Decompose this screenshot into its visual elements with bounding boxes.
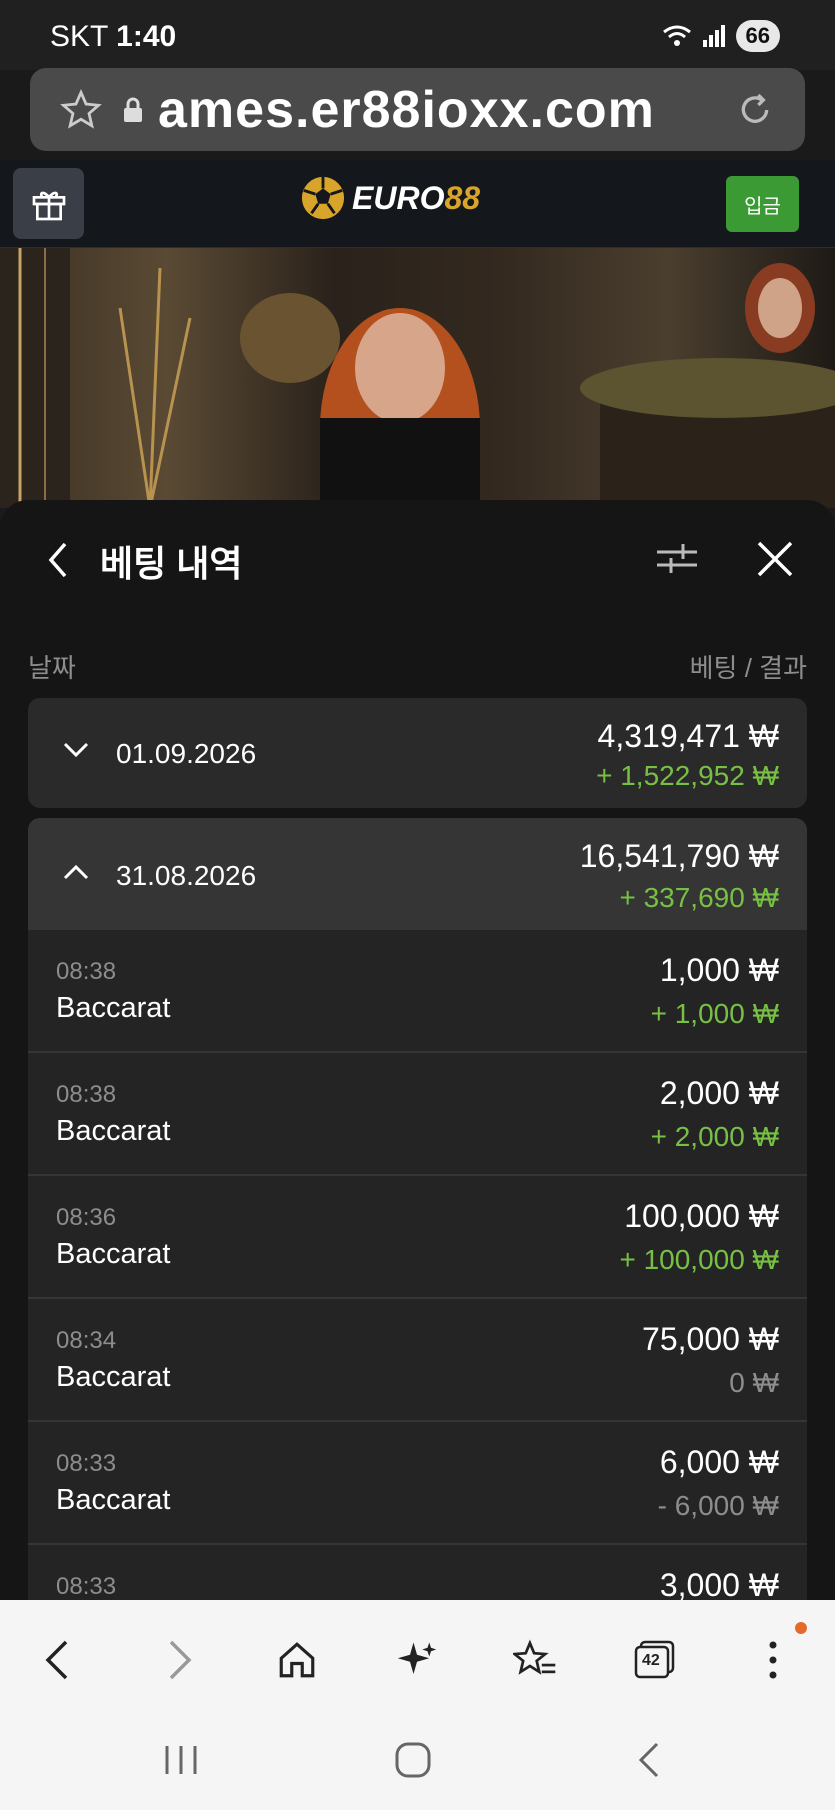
back-button[interactable]: [22, 1625, 92, 1695]
bet-game: Baccarat: [56, 992, 171, 1024]
battery-indicator: 66: [735, 20, 780, 52]
system-home-button[interactable]: [378, 1730, 448, 1790]
bet-time: 08:38: [56, 1081, 117, 1108]
address-bar[interactable]: ames.er88ioxx.com: [30, 68, 805, 151]
url-text[interactable]: ames.er88ioxx.com: [158, 80, 655, 140]
site-header: EURO88 입금: [0, 160, 835, 248]
day-date: 31.08.2026: [116, 860, 257, 891]
bet-amount: 6,000 ₩: [659, 1444, 779, 1480]
bookmarks-button[interactable]: [500, 1625, 570, 1695]
bet-amount: 2,000 ₩: [659, 1075, 779, 1111]
chevron-down-icon: [63, 742, 89, 758]
bet-list: 08:38 Baccarat 1,000 ₩ + 1,000 ₩ 08:38 B…: [28, 930, 807, 1605]
bookmark-star-icon: [513, 1639, 556, 1675]
live-casino-banner: [0, 248, 835, 508]
bet-result: + 100,000 ₩: [619, 1244, 779, 1275]
gift-button[interactable]: [13, 168, 84, 239]
back-arrow-icon: [45, 1640, 68, 1680]
bet-time: 08:34: [56, 1327, 117, 1354]
system-back-button[interactable]: [613, 1730, 683, 1790]
bet-item[interactable]: 08:33 3,000 ₩: [28, 1545, 807, 1605]
notification-dot: [795, 1622, 807, 1634]
bet-item[interactable]: 08:38 Baccarat 1,000 ₩ + 1,000 ₩: [28, 930, 807, 1053]
day-row[interactable]: 31.08.2026 16,541,790 ₩ + 337,690 ₩: [28, 818, 807, 932]
bet-time: 08:36: [56, 1204, 117, 1231]
bet-time: 08:38: [56, 958, 117, 985]
recent-apps-icon: [165, 1746, 197, 1774]
lock-icon: [124, 97, 142, 122]
signal-icon: [702, 25, 725, 47]
bet-time: 08:33: [56, 1450, 117, 1477]
reload-icon[interactable]: [735, 90, 775, 130]
system-back-icon: [638, 1742, 659, 1778]
day-result-total: + 1,522,952 ₩: [596, 760, 779, 791]
deposit-button[interactable]: 입금: [726, 176, 799, 232]
bet-amount: 3,000 ₩: [659, 1567, 779, 1603]
bet-game: Baccarat: [56, 1484, 171, 1516]
clock: 1:40: [116, 20, 177, 53]
bet-item[interactable]: 08:36 Baccarat 100,000 ₩ + 100,000 ₩: [28, 1176, 807, 1299]
banner-image: [0, 248, 835, 508]
panel-title: 베팅 내역: [100, 543, 243, 584]
day-result-total: + 337,690 ₩: [619, 882, 779, 913]
bet-result-column-label: 베팅 / 결과: [689, 653, 807, 683]
home-icon: [279, 1642, 315, 1678]
home-button[interactable]: [262, 1625, 332, 1695]
day-date: 01.09.2026: [116, 738, 257, 769]
soccer-ball-icon: [301, 176, 345, 220]
filter-icon[interactable]: [655, 538, 699, 578]
day-bet-total: 4,319,471 ₩: [597, 718, 779, 754]
tabs-count: 42: [642, 1652, 660, 1669]
ai-assist-button[interactable]: [382, 1625, 452, 1695]
carrier-label: SKT: [50, 20, 108, 53]
close-icon[interactable]: [756, 540, 794, 578]
bet-result: + 1,000 ₩: [650, 998, 779, 1029]
recent-apps-button[interactable]: [146, 1730, 216, 1790]
logo-main: EURO: [352, 179, 445, 216]
column-header: 날짜 베팅 / 결과: [28, 648, 807, 685]
status-bar: SKT 1:40 66: [0, 0, 835, 70]
tabs-button[interactable]: 42: [620, 1625, 690, 1695]
bet-amount: 100,000 ₩: [624, 1198, 779, 1234]
site-logo[interactable]: EURO88: [300, 175, 480, 221]
bet-result: - 6,000 ₩: [657, 1490, 779, 1521]
logo-accent: 88: [444, 179, 481, 216]
bet-amount: 1,000 ₩: [659, 952, 779, 988]
panel-header: 베팅 내역: [0, 500, 835, 620]
status-right: 66: [662, 20, 780, 52]
more-vertical-icon: [769, 1641, 777, 1679]
wifi-icon: [662, 25, 691, 46]
gift-icon: [32, 191, 65, 220]
bet-game: Baccarat: [56, 1361, 171, 1393]
bet-result: 0 ₩: [729, 1367, 779, 1398]
menu-button[interactable]: [738, 1625, 808, 1695]
star-icon[interactable]: [60, 88, 102, 131]
bet-game: Baccarat: [56, 1115, 171, 1147]
bet-result: + 2,000 ₩: [650, 1121, 779, 1152]
bet-game: Baccarat: [56, 1238, 171, 1270]
bet-item[interactable]: 08:38 Baccarat 2,000 ₩ + 2,000 ₩: [28, 1053, 807, 1176]
bet-time: 08:33: [56, 1573, 117, 1600]
date-column-label: 날짜: [28, 653, 76, 683]
bet-amount: 75,000 ₩: [642, 1321, 779, 1357]
chevron-up-icon: [63, 864, 89, 880]
bet-item[interactable]: 08:33 Baccarat 6,000 ₩ - 6,000 ₩: [28, 1422, 807, 1545]
back-chevron-icon[interactable]: [45, 540, 73, 580]
day-row[interactable]: 01.09.2026 4,319,471 ₩ + 1,522,952 ₩: [28, 698, 807, 808]
home-circle-icon: [395, 1742, 431, 1778]
forward-button[interactable]: [145, 1625, 215, 1695]
browser-toolbar: 42: [0, 1600, 835, 1810]
forward-arrow-icon: [169, 1640, 192, 1680]
day-bet-total: 16,541,790 ₩: [579, 838, 779, 874]
logo-text: EURO88: [352, 180, 480, 217]
bet-item[interactable]: 08:34 Baccarat 75,000 ₩ 0 ₩: [28, 1299, 807, 1422]
status-left: SKT 1:40: [50, 20, 176, 54]
sparkle-icon: [397, 1642, 437, 1674]
